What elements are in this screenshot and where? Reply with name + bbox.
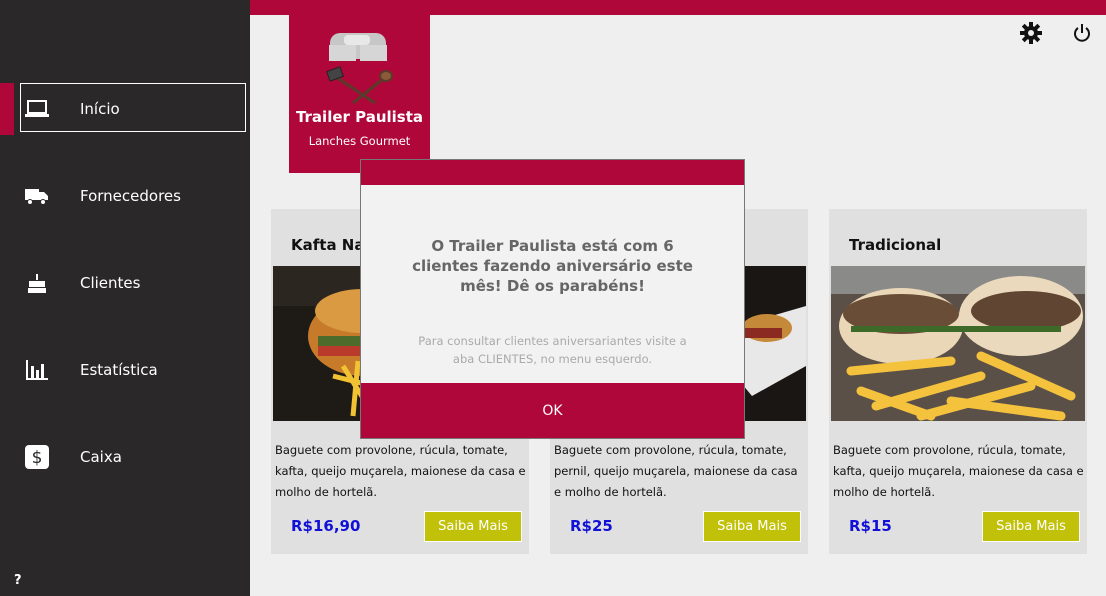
ok-button[interactable]: OK (361, 383, 744, 438)
product-price: R$16,90 (291, 517, 361, 535)
sidebar-item-label: Clientes (80, 274, 141, 292)
active-frame (20, 83, 246, 132)
top-bar (250, 0, 1106, 15)
sidebar-item-label: Estatística (80, 361, 158, 379)
power-icon[interactable] (1071, 22, 1093, 44)
bar-chart-icon (24, 359, 50, 381)
dialog-note: Para consultar clientes aniversariantes … (418, 334, 687, 366)
sidebar-item-label: Início (80, 100, 120, 118)
sidebar-item-fornecedores[interactable]: Fornecedores (0, 170, 250, 222)
saiba-mais-button[interactable]: Saiba Mais (703, 511, 801, 542)
sidebar-item-inicio[interactable]: Início (0, 83, 250, 135)
laptop-icon (24, 98, 50, 120)
saiba-mais-button[interactable]: Saiba Mais (982, 511, 1080, 542)
product-title: Tradicional (849, 236, 942, 254)
product-photo (831, 266, 1085, 421)
sidebar-item-clientes[interactable]: Clientes (0, 257, 250, 309)
help-button[interactable]: ? (14, 573, 22, 588)
product-title: Kafta Na (291, 236, 365, 254)
brand-tagline: Lanches Gourmet (308, 134, 411, 148)
truck-icon (24, 185, 50, 207)
brand-name: Trailer Paulista (295, 108, 424, 126)
birthday-dialog: O Trailer Paulista está com 6 clientes f… (360, 159, 745, 439)
svg-text:$: $ (32, 448, 43, 468)
product-price: R$15 (849, 517, 892, 535)
brand-logo: Trailer Paulista Lanches Gourmet (289, 15, 430, 173)
gear-icon[interactable] (1020, 22, 1042, 44)
sidebar-item-estatistica[interactable]: Estatística (0, 344, 250, 396)
active-indicator (0, 83, 14, 135)
product-description: Baguete com provolone, rúcula, tomate, k… (275, 443, 526, 499)
saiba-mais-button[interactable]: Saiba Mais (424, 511, 522, 542)
product-card: Tradicional Baguete com provolone, rúcul… (829, 209, 1087, 554)
dialog-message: O Trailer Paulista está com 6 clientes f… (412, 237, 693, 295)
dialog-header-bar (361, 160, 744, 185)
product-price: R$25 (570, 517, 613, 535)
cake-icon (24, 272, 50, 294)
product-description: Baguete com provolone, rúcula, tomate, p… (554, 443, 798, 499)
product-description: Baguete com provolone, rúcula, tomate, k… (833, 443, 1084, 499)
sidebar: Início Fornecedores Clientes Estatística… (0, 0, 250, 596)
sidebar-item-label: Fornecedores (80, 187, 181, 205)
sidebar-item-label: Caixa (80, 448, 122, 466)
sidebar-item-caixa[interactable]: $ Caixa (0, 431, 250, 483)
dollar-icon: $ (24, 445, 50, 469)
